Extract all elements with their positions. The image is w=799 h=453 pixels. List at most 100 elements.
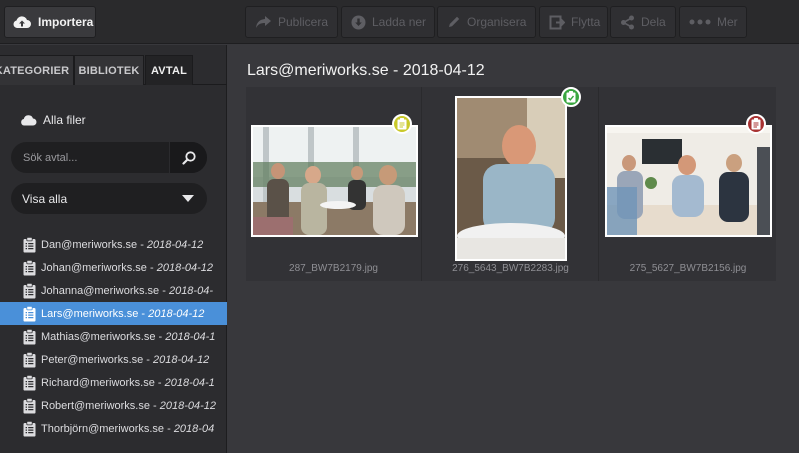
search-icon — [181, 150, 196, 165]
agreement-list-item[interactable]: Lars@meriworks.se - 2018-04-12 — [0, 302, 227, 325]
publish-label: Publicera — [278, 15, 329, 29]
agreement-name: Dan@meriworks.se — [41, 238, 138, 251]
left-panel: KATEGORIER BIBLIOTEK AVTAL Alla filer Vi… — [0, 45, 227, 453]
agreement-status-badge — [392, 114, 412, 134]
agreement-date: 2018-04- — [168, 284, 213, 297]
chevron-down-icon — [182, 195, 194, 202]
agreement-list-item[interactable]: Peter@meriworks.se - 2018-04-12 — [0, 348, 227, 371]
move-button[interactable]: Flytta — [539, 6, 608, 38]
photo-card[interactable]: 275_5627_BW7B2156.jpg — [600, 87, 776, 281]
clipboard-list-icon — [23, 328, 36, 344]
agreement-search — [11, 142, 207, 173]
agreement-list-item[interactable]: Mathias@meriworks.se - 2018-04-1 — [0, 325, 227, 348]
share-icon — [621, 15, 634, 29]
agreement-list: Dan@meriworks.se - 2018-04-12 Johan@meriw… — [0, 233, 227, 440]
import-label: Importera — [38, 15, 94, 29]
photo-thumbnail[interactable] — [251, 125, 418, 237]
photo-filename: 275_5627_BW7B2156.jpg — [629, 263, 747, 274]
tab-agreements[interactable]: AVTAL — [145, 55, 193, 85]
photo-card[interactable]: 287_BW7B2179.jpg — [246, 87, 422, 281]
photo-thumbnail[interactable] — [605, 125, 772, 237]
agreement-separator: - — [149, 399, 160, 412]
agreement-list-item[interactable]: Robert@meriworks.se - 2018-04-12 — [0, 394, 227, 417]
photo-filename: 287_BW7B2179.jpg — [289, 263, 378, 274]
agreement-date: 2018-04 — [173, 422, 215, 435]
agreement-name: Lars@meriworks.se — [41, 307, 139, 320]
agreement-date: 2018-04-1 — [164, 376, 215, 389]
agreement-date: 2018-04-12 — [159, 399, 217, 412]
share-label: Dela — [641, 15, 666, 29]
cloud-icon — [21, 114, 37, 125]
pencil-icon — [449, 16, 460, 27]
agreement-list-item[interactable]: Thorbjörn@meriworks.se - 2018-04 — [0, 417, 227, 440]
agreement-list-item[interactable]: Richard@meriworks.se - 2018-04-1 — [0, 371, 227, 394]
more-button[interactable]: Mer — [679, 6, 747, 38]
clipboard-list-icon — [23, 259, 36, 275]
clipboard-list-icon — [23, 374, 36, 390]
agreement-name: Robert@meriworks.se — [41, 399, 150, 412]
agreement-list-item[interactable]: Dan@meriworks.se - 2018-04-12 — [0, 233, 227, 256]
clipboard-check-icon — [566, 91, 576, 103]
download-label: Ladda ner — [372, 15, 427, 29]
agreement-search-input[interactable] — [11, 142, 169, 173]
agreement-name: Johan@meriworks.se — [41, 261, 147, 274]
agreement-list-item[interactable]: Johan@meriworks.se - 2018-04-12 — [0, 256, 227, 279]
move-label[interactable]: Flytta — [571, 15, 600, 29]
clipboard-list-icon — [23, 236, 36, 252]
agreement-date: 2018-04-12 — [148, 307, 205, 320]
filter-dropdown[interactable]: Visa alla — [11, 183, 207, 214]
move-file-icon — [549, 15, 565, 29]
agreement-separator: - — [137, 238, 147, 251]
download-circle-icon — [351, 15, 366, 29]
photo-thumbnail[interactable] — [455, 96, 567, 261]
search-button[interactable] — [169, 142, 207, 173]
download-button[interactable]: Ladda ner — [341, 6, 435, 38]
agreement-list-item[interactable]: Johanna@meriworks.se - 2018-04- — [0, 279, 227, 302]
all-files-label: Alla filer — [43, 113, 86, 127]
agreement-name: Richard@meriworks.se — [41, 376, 155, 389]
meeting-photo — [607, 127, 770, 235]
group-meeting-photo — [253, 127, 416, 235]
more-label: Mer — [717, 15, 738, 29]
publish-button[interactable]: Publicera — [245, 6, 338, 38]
agreement-separator: - — [159, 284, 169, 297]
agreement-name: Peter@meriworks.se — [41, 353, 144, 366]
organize-label: Organisera — [467, 15, 527, 29]
agreement-separator: - — [143, 353, 154, 366]
filter-value: Visa alla — [22, 191, 68, 206]
main-content: Lars@meriworks.se - 2018-04-12 287_BW7B2… — [228, 45, 799, 453]
tab-agreements-label: AVTAL — [150, 64, 188, 77]
agreement-name: Johanna@meriworks.se — [41, 284, 160, 297]
agreement-separator: - — [146, 261, 157, 274]
clipboard-list-icon — [23, 420, 36, 436]
all-files-link[interactable]: Alla filer — [20, 113, 86, 127]
tab-categories[interactable]: KATEGORIER — [0, 55, 74, 85]
share-button[interactable]: Dela — [610, 6, 676, 38]
agreement-separator: - — [155, 330, 166, 343]
agreement-separator: - — [164, 422, 174, 435]
agreement-date: 2018-04-12 — [156, 261, 213, 274]
agreement-separator: - — [154, 376, 165, 389]
agreement-date: 2018-04-1 — [165, 330, 216, 343]
portrait-photo — [457, 98, 565, 259]
top-toolbar: Importera Publicera Ladda ner Organisera… — [0, 0, 799, 44]
agreement-date: 2018-04-12 — [146, 238, 204, 251]
agreement-date: 2018-04-12 — [153, 353, 210, 366]
clipboard-list-icon — [23, 305, 36, 321]
photo-card[interactable]: 276_5643_BW7B2283.jpg — [423, 87, 599, 281]
photo-grid: 287_BW7B2179.jpg 276_5643_BW7B2283.jpg 2… — [246, 87, 776, 281]
clipboard-list-icon — [23, 397, 36, 413]
import-button[interactable]: Importera — [4, 6, 96, 38]
agreement-name: Mathias@meriworks.se — [41, 330, 156, 343]
agreement-separator: - — [138, 307, 149, 320]
cloud-upload-icon — [13, 16, 31, 28]
agreement-status-badge — [746, 114, 766, 134]
organize-button[interactable]: Organisera — [437, 6, 536, 38]
agreement-name: Thorbjörn@meriworks.se — [41, 422, 165, 435]
tab-categories-label: KATEGORIER — [0, 64, 70, 77]
page-title: Lars@meriworks.se - 2018-04-12 — [247, 62, 485, 79]
clipboard-icon — [751, 118, 761, 130]
clipboard-list-icon — [23, 351, 36, 367]
agreement-status-badge — [561, 87, 581, 107]
tab-library[interactable]: BIBLIOTEK — [74, 55, 144, 85]
